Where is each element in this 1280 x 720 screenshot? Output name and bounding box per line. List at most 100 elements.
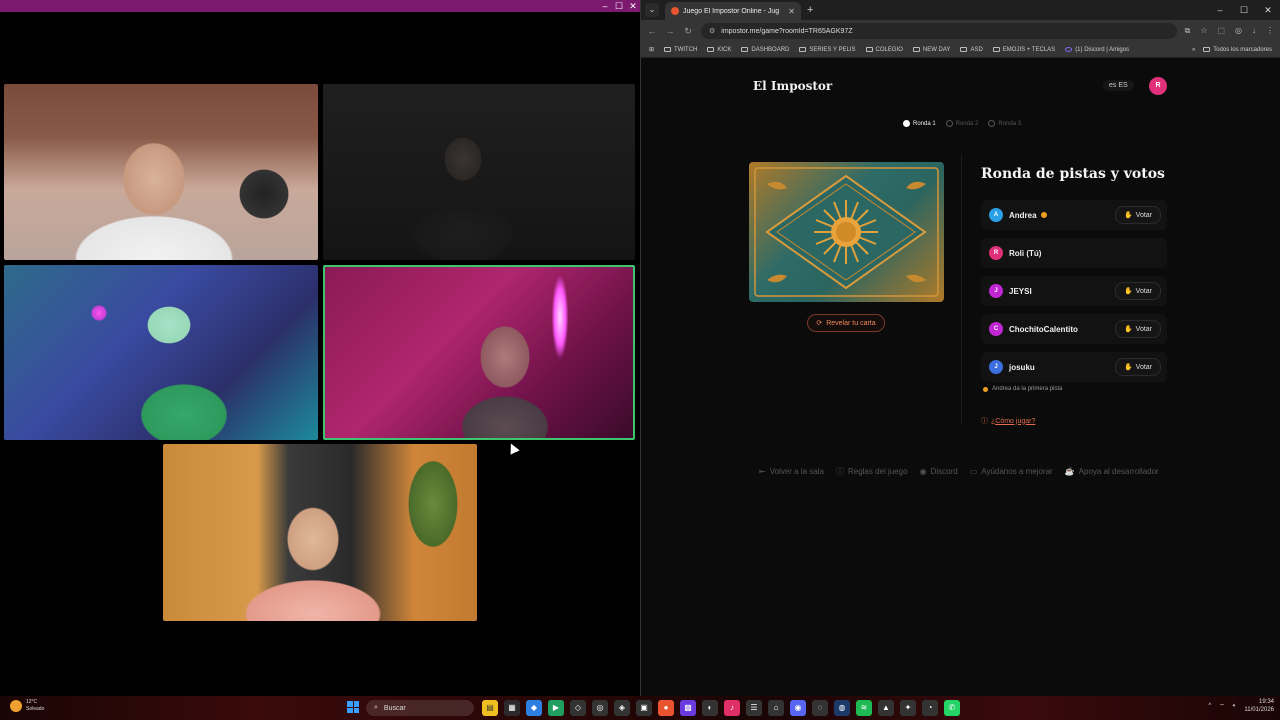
system-tray: ^ ⌔ 🔈︎ 19:34 11/01/2026: [1208, 698, 1274, 714]
player-list: A Andrea ✋ Votar R Roli (Tú) J JEYSI ✋ Vot…: [981, 200, 1167, 390]
clock[interactable]: 19:34 11/01/2026: [1244, 698, 1274, 714]
file-explorer-icon[interactable]: ▤: [482, 700, 498, 716]
start-button-icon[interactable]: [347, 701, 359, 713]
new-tab-icon[interactable]: +: [807, 4, 813, 16]
app-icon[interactable]: ▶: [548, 700, 564, 716]
browser-icon[interactable]: ●: [658, 700, 674, 716]
bookmark-emojis[interactable]: EMOJIS + TECLAS: [992, 47, 1055, 53]
taskbar-search[interactable]: ⌕ Buscar: [366, 700, 474, 716]
bookmark-star-icon[interactable]: ☆: [1200, 26, 1207, 36]
refresh-icon: ⟳: [816, 320, 823, 327]
desktop: – ☐ ✕ ⌄ Juego El Impostor Online - Jug ✕…: [0, 0, 1280, 720]
vote-button-chochitocalentito[interactable]: ✋ Votar: [1115, 320, 1161, 338]
video-tile-4-speaking[interactable]: [323, 265, 635, 440]
back-to-room-link[interactable]: ⇤ Volver a la sala: [759, 466, 824, 477]
rules-link[interactable]: ⓘ Reglas del juego: [836, 466, 908, 477]
app-icon[interactable]: ▲: [878, 700, 894, 716]
back-icon[interactable]: ←: [647, 26, 657, 36]
spotify-icon[interactable]: ≋: [856, 700, 872, 716]
hand-icon: ✋: [1123, 326, 1133, 333]
bookmark-colegio[interactable]: COLEGIO: [865, 47, 903, 53]
apps-icon[interactable]: ⊞: [649, 46, 654, 53]
maximize-icon[interactable]: ☐: [612, 0, 626, 12]
player-name: JEYSI: [1009, 286, 1032, 296]
app-icon[interactable]: ✦: [900, 700, 916, 716]
hand-icon: ✋: [1123, 364, 1133, 371]
support-link[interactable]: ☕ Apoya al desarrollador: [1065, 466, 1159, 477]
user-avatar[interactable]: R: [1149, 77, 1167, 95]
app-icon[interactable]: ☰: [746, 700, 762, 716]
video-tile-3[interactable]: [4, 265, 318, 440]
tiktok-icon[interactable]: ♪: [724, 700, 740, 716]
folder-icon[interactable]: ▦: [504, 700, 520, 716]
hand-icon: ✋: [1123, 212, 1133, 219]
tab-bar: ⌄ Juego El Impostor Online - Jug ✕ + – ☐…: [641, 0, 1280, 20]
maximize-icon[interactable]: ☐: [1232, 0, 1256, 20]
close-icon[interactable]: ✕: [626, 0, 640, 12]
download-icon[interactable]: ↓: [1252, 26, 1256, 36]
network-icon[interactable]: ⌔: [1219, 702, 1225, 710]
chrome-icon[interactable]: ◔: [922, 700, 938, 716]
weather-widget[interactable]: 12°C Soleado: [10, 699, 44, 713]
minimize-icon[interactable]: –: [1208, 0, 1232, 20]
tab-search-icon[interactable]: ⌄: [645, 3, 659, 17]
steam-icon[interactable]: ◍: [834, 700, 850, 716]
app-icon[interactable]: ⌂: [768, 700, 784, 716]
tab-close-icon[interactable]: ✕: [788, 7, 795, 16]
discord-link[interactable]: ◉ Discord: [920, 466, 958, 477]
reveal-card-button[interactable]: ⟳ Revelar tu carta: [807, 314, 885, 332]
taskbar: 12°C Soleado ⌕ Buscar ▤ ▦ ◆ ▶ ◇ ◎ ◈ ▣ ● ▩…: [0, 696, 1280, 720]
video-tile-2[interactable]: [323, 84, 635, 260]
app-icon[interactable]: ◌: [812, 700, 828, 716]
bookmark-series[interactable]: SERIES Y PELIS: [799, 47, 856, 53]
chevron-up-icon[interactable]: ^: [1208, 703, 1211, 709]
vote-button-jeysi[interactable]: ✋ Votar: [1115, 282, 1161, 300]
bookmark-kick[interactable]: KICK: [707, 47, 731, 53]
vote-button-andrea[interactable]: ✋ Votar: [1115, 206, 1161, 224]
sun-icon: [10, 700, 22, 712]
discord-icon[interactable]: ◉: [790, 700, 806, 716]
app-icon[interactable]: ◐: [702, 700, 718, 716]
vote-button-josuku[interactable]: ✋ Votar: [1115, 358, 1161, 376]
app-icon[interactable]: ◇: [570, 700, 586, 716]
close-icon[interactable]: ✕: [1256, 0, 1280, 20]
browser-window: ⌄ Juego El Impostor Online - Jug ✕ + – ☐…: [640, 0, 1280, 696]
more-bookmarks-icon[interactable]: »: [1192, 47, 1195, 53]
volume-icon[interactable]: 🔈︎: [1233, 703, 1237, 710]
reload-icon[interactable]: ↻: [683, 26, 693, 37]
language-selector[interactable]: es ES: [1103, 80, 1134, 91]
feedback-link[interactable]: ▭ Ayúdanos a mejorar: [970, 466, 1053, 477]
app-icon[interactable]: ◆: [526, 700, 542, 716]
round-1: Ronda 1: [903, 120, 936, 127]
all-bookmarks[interactable]: Todos los marcadores: [1203, 47, 1272, 53]
app-icon[interactable]: ◎: [592, 700, 608, 716]
bookmark-dashboard[interactable]: DASHBOARD: [741, 47, 789, 53]
bookmark-twitch[interactable]: TWITCH: [664, 47, 697, 53]
app-icon[interactable]: ▣: [636, 700, 652, 716]
app-icon[interactable]: ◈: [614, 700, 630, 716]
video-tile-1[interactable]: [4, 84, 318, 260]
bookmark-new-day[interactable]: NEW DAY: [912, 47, 950, 53]
exit-icon: ⇤: [759, 467, 766, 476]
secret-card[interactable]: [749, 162, 944, 302]
install-icon[interactable]: ⧉: [1185, 26, 1191, 36]
sun-emblem-icon: [754, 167, 939, 297]
minimize-icon[interactable]: –: [598, 0, 612, 12]
bookmark-asd[interactable]: ASD: [960, 47, 983, 53]
player-name: josuku: [1009, 362, 1035, 372]
site-info-icon[interactable]: ⚙: [709, 27, 715, 35]
forward-icon[interactable]: →: [665, 26, 675, 36]
site-title[interactable]: El Impostor: [753, 79, 832, 93]
whatsapp-icon[interactable]: ✆: [944, 700, 960, 716]
chat-icon: ▭: [969, 467, 978, 476]
how-to-play-link[interactable]: ⓘ ¿Cómo jugar?: [981, 416, 1035, 426]
tab-active[interactable]: Juego El Impostor Online - Jug ✕: [665, 2, 801, 20]
incognito-icon[interactable]: ◎: [1235, 26, 1242, 36]
mouse-cursor: [506, 441, 520, 455]
url-field[interactable]: ⚙ impostor.me/game?roomId=TR65AGK97Z: [701, 23, 1177, 39]
extensions-icon[interactable]: ⬚: [1217, 26, 1225, 36]
video-tile-5[interactable]: [163, 444, 477, 621]
app-icon[interactable]: ▩: [680, 700, 696, 716]
menu-icon[interactable]: ⋮: [1266, 26, 1274, 36]
bookmark-discord[interactable]: (1) Discord | Amigos: [1065, 47, 1129, 53]
